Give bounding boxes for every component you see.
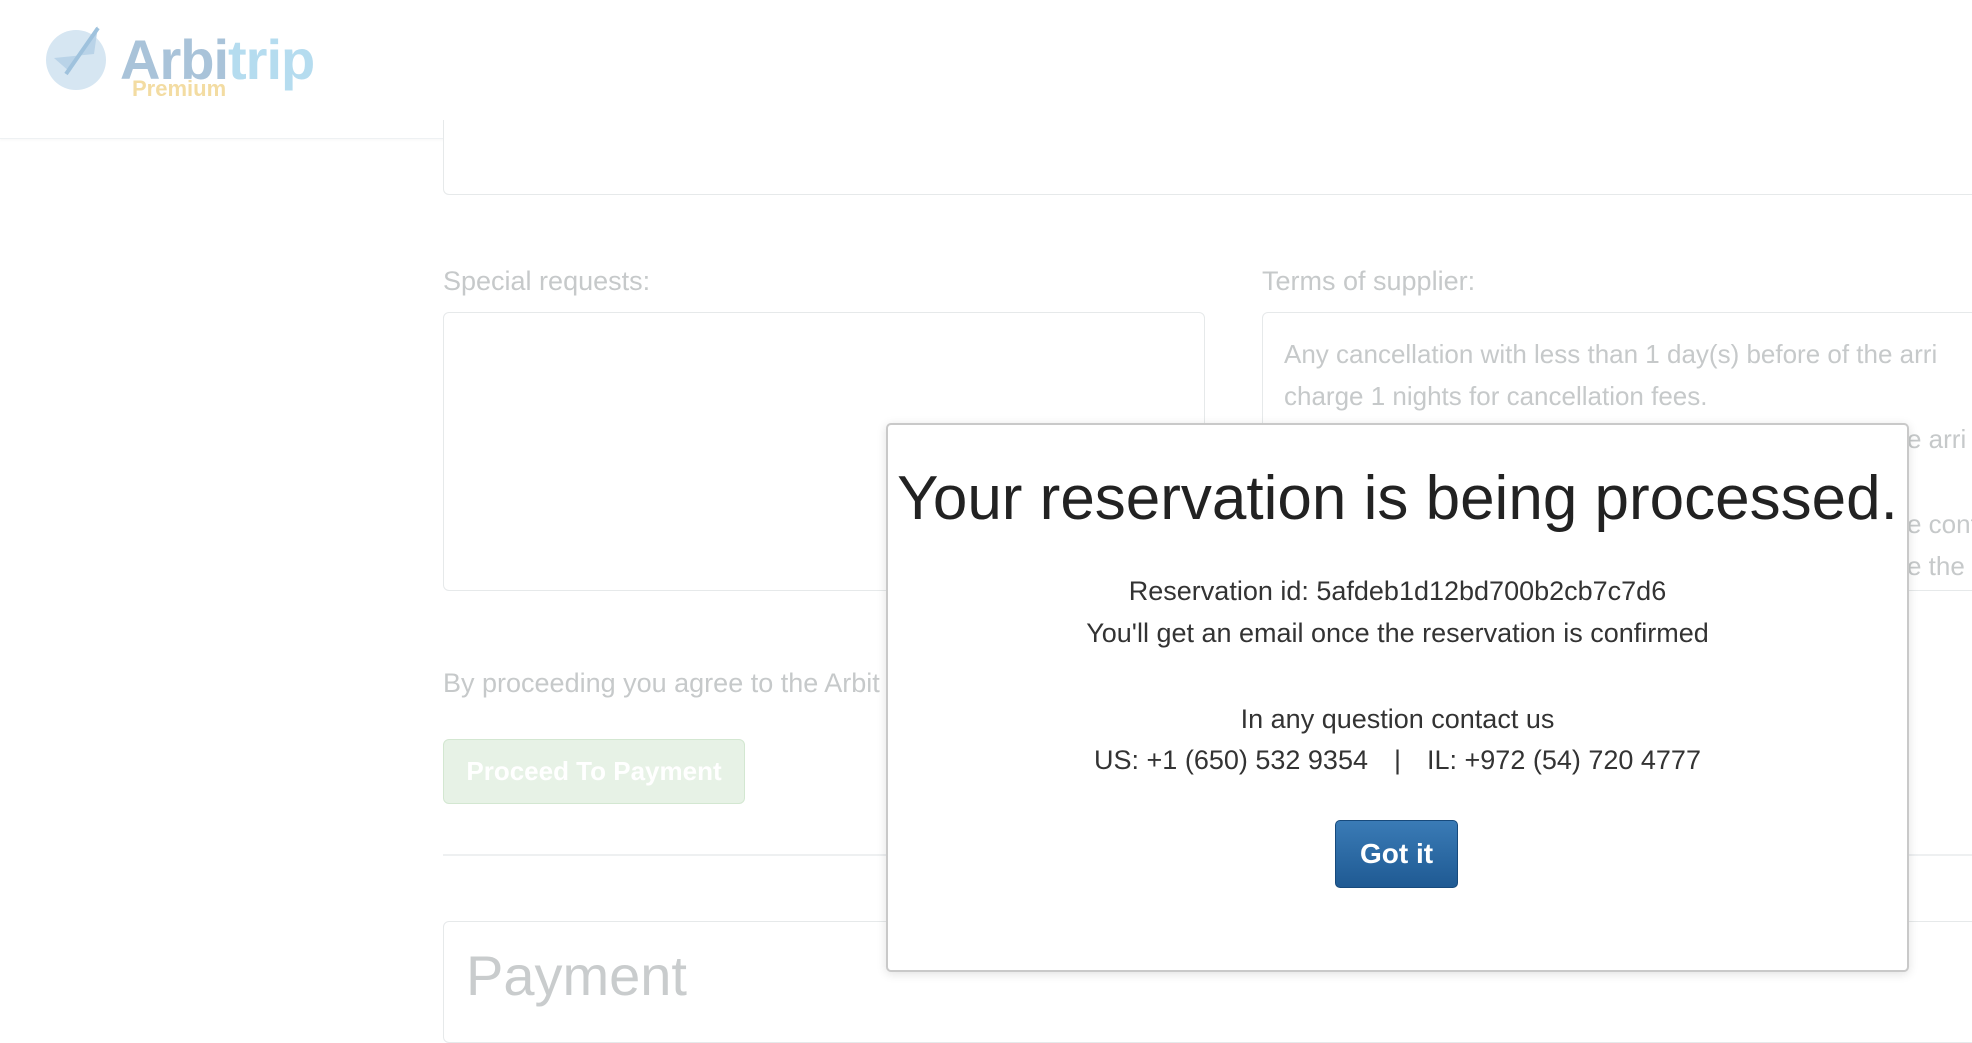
modal-title: Your reservation is being processed. xyxy=(897,464,1898,533)
site-header: Arbitrip Premium xyxy=(0,0,1972,139)
phone-separator: | xyxy=(1393,745,1401,775)
arbitrip-logo[interactable]: Arbitrip Premium xyxy=(36,14,326,104)
terms-line: e the t xyxy=(1907,551,1972,581)
logo-mark-icon xyxy=(46,26,106,90)
reservation-id-text: Reservation id: 5afdeb1d12bd700b2cb7c7d6 xyxy=(1128,576,1667,606)
terms-line: e arri xyxy=(1907,424,1967,454)
terms-line: e cont xyxy=(1907,509,1972,539)
email-confirmation-text: You'll get an email once the reservation… xyxy=(1086,618,1709,648)
previous-section-box xyxy=(443,120,1972,195)
terms-line: charge 1 nights for cancellation fees. xyxy=(1284,381,1708,411)
contact-phones: US: +1 (650) 532 9354 | IL: +972 (54) 720 … xyxy=(888,745,1907,776)
logo-text-part2: trip xyxy=(228,28,315,91)
terms-of-supplier-label: Terms of supplier: xyxy=(1262,266,1476,296)
terms-line: Any cancellation with less than 1 day(s)… xyxy=(1284,339,1938,369)
special-requests-label: Special requests: xyxy=(443,266,651,296)
contact-us-text: In any question contact us xyxy=(1240,704,1555,734)
payment-title: Payment xyxy=(466,944,687,1007)
phone-il: IL: +972 (54) 720 4777 xyxy=(1427,745,1701,775)
logo-subtitle: Premium xyxy=(132,76,227,101)
terms-agreement-text: By proceeding you agree to the Arbit xyxy=(443,668,880,698)
proceed-to-payment-button[interactable]: Proceed To Payment xyxy=(443,739,745,804)
got-it-button[interactable]: Got it xyxy=(1335,820,1458,888)
phone-us: US: +1 (650) 532 9354 xyxy=(1094,745,1368,775)
reservation-processing-modal: Your reservation is being processed. Res… xyxy=(886,423,1909,972)
